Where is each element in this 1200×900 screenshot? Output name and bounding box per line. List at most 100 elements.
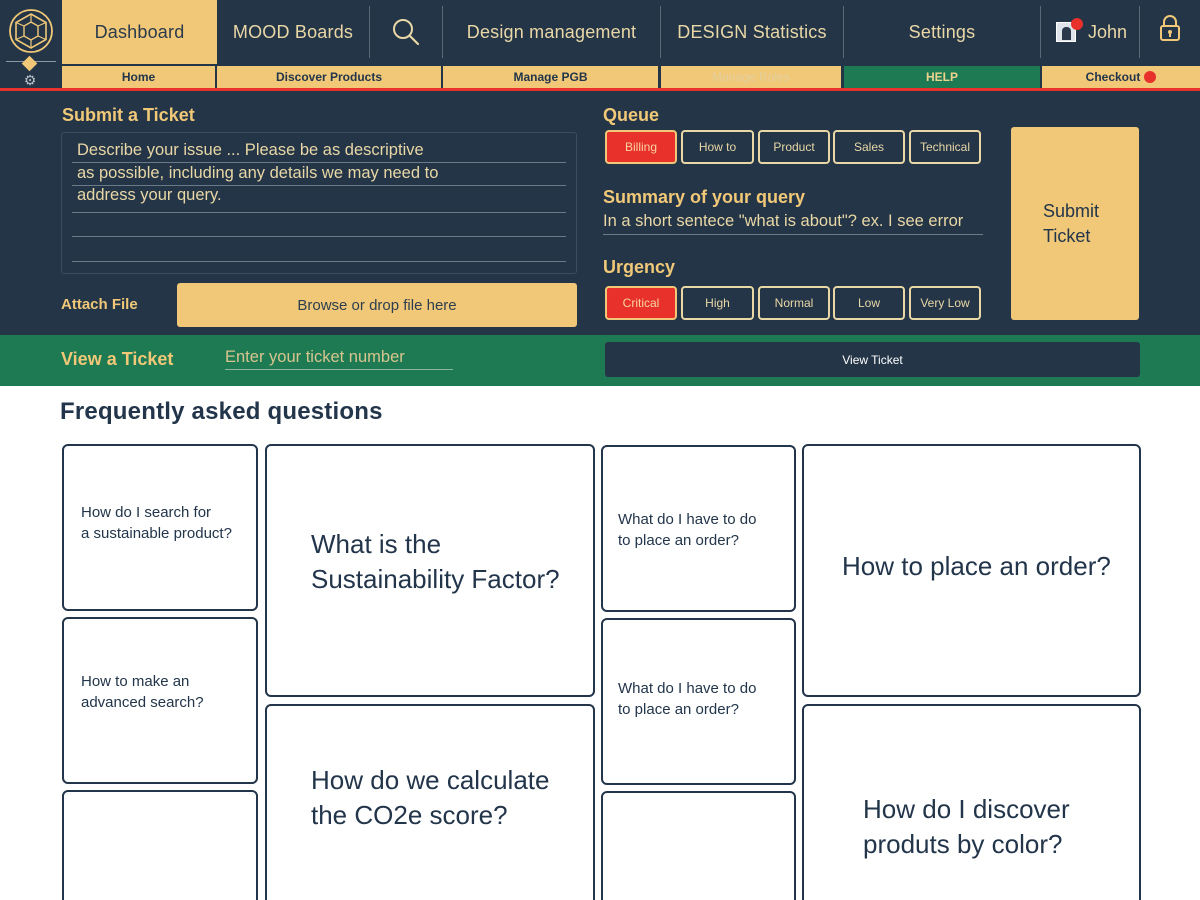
faq-card[interactable]: How to place an order? <box>802 444 1141 697</box>
nav-search[interactable] <box>370 0 442 64</box>
faq-question-line: What do I have to do <box>618 511 757 528</box>
checkout-badge <box>1144 71 1157 83</box>
description-placeholder-line: address your query. <box>77 186 222 204</box>
faq-question-line: produts by color? <box>863 829 1063 859</box>
faq-question-line: What is the <box>311 529 442 559</box>
subnav-manage-pgb[interactable]: Manage PGB <box>443 66 658 88</box>
view-ticket-bar: View a Ticket View Ticket <box>0 335 1200 386</box>
submit-ticket-label: Submit Ticket <box>1043 199 1107 249</box>
summary-underline <box>603 234 983 235</box>
gear-icon[interactable]: ⚙ <box>22 72 38 88</box>
ticket-number-input[interactable] <box>225 346 453 370</box>
faq-card[interactable]: How to make an advanced search? <box>62 617 258 784</box>
nav-settings-label: Settings <box>908 21 976 42</box>
urgency-option-very-low[interactable]: Very Low <box>909 286 981 320</box>
faq-card[interactable]: How do we calculate the CO2e score? <box>265 704 595 900</box>
description-placeholder-line: Describe your issue ... Please be as des… <box>77 141 424 159</box>
user-name[interactable]: John <box>1088 22 1127 43</box>
faq-question: How do I search for a sustainable produc… <box>81 502 232 544</box>
urgency-option-low[interactable]: Low <box>833 286 905 320</box>
faq-question-line: How do we calculate <box>311 765 550 795</box>
nav-mood-boards[interactable]: MOOD Boards <box>217 0 369 64</box>
faq-card[interactable]: What is the Sustainability Factor? <box>265 444 595 697</box>
subnav-manage-pgb-label: Manage PGB <box>513 70 588 84</box>
faq-question-line: Sustainability Factor? <box>311 564 560 594</box>
nav-separator <box>1040 6 1041 58</box>
submit-ticket-label-line: Submit <box>1043 200 1100 221</box>
hexagon-logo-icon[interactable] <box>8 8 54 54</box>
nav-design-statistics[interactable]: DESIGN Statistics <box>661 0 843 64</box>
urgency-option-label: Low <box>857 296 880 310</box>
faq-question: How to place an order? <box>842 549 1111 584</box>
urgency-title: Urgency <box>603 257 676 277</box>
faq-card[interactable]: How do I discover produts by color? <box>802 704 1141 900</box>
queue-option-technical[interactable]: Technical <box>909 130 981 164</box>
summary-title: Summary of your query <box>603 187 806 207</box>
urgency-option-high[interactable]: High <box>681 286 754 320</box>
faq-question: How do I discover produts by color? <box>863 792 1070 862</box>
description-placeholder: Describe your issue ... Please be as des… <box>77 139 557 207</box>
submit-ticket-title: Submit a Ticket <box>62 105 195 125</box>
queue-option-sales[interactable]: Sales <box>833 130 905 164</box>
nav-dashboard-label: Dashboard <box>94 21 185 42</box>
urgency-option-normal[interactable]: Normal <box>758 286 830 320</box>
notification-badge <box>1071 18 1083 30</box>
nav-settings[interactable]: Settings <box>844 0 1040 64</box>
queue-option-billing[interactable]: Billing <box>605 130 677 164</box>
faq-question-line: to place an order? <box>618 532 739 549</box>
submit-ticket-label-line: Ticket <box>1043 225 1091 246</box>
queue-option-label: Sales <box>853 140 885 154</box>
subnav-discover-products[interactable]: Discover Products <box>217 66 441 88</box>
faq-card[interactable]: What do I have to do to place an order? <box>601 445 796 612</box>
faq-card[interactable]: How do I search for a sustainable produc… <box>62 444 258 611</box>
description-textarea[interactable]: Describe your issue ... Please be as des… <box>61 132 577 274</box>
view-ticket-button-label: View Ticket <box>842 352 903 367</box>
top-header: ⚙ Dashboard MOOD Boards Design managemen… <box>0 0 1200 92</box>
subnav-help-label: HELP <box>925 70 958 84</box>
subnav-manage-roles-label: Manage Roles <box>712 70 790 84</box>
diamond-icon <box>21 55 38 72</box>
search-icon <box>393 19 420 46</box>
subnav-checkout-label: Checkout <box>1085 70 1141 84</box>
nav-design-management[interactable]: Design management <box>443 0 660 64</box>
urgency-option-critical[interactable]: Critical <box>605 286 677 320</box>
subnav-checkout[interactable]: Checkout <box>1042 66 1200 88</box>
faq-card[interactable] <box>601 791 796 900</box>
summary-input[interactable]: In a short sentece "what is about"? ex. … <box>603 212 983 231</box>
nav-dashboard[interactable]: Dashboard <box>62 0 217 64</box>
subnav-discover-products-label: Discover Products <box>275 70 383 84</box>
faq-card[interactable] <box>62 790 258 900</box>
faq-card[interactable]: What do I have to do to place an order? <box>601 618 796 785</box>
faq-question-line: How do I search for <box>81 504 212 521</box>
textarea-line <box>72 261 566 262</box>
textarea-line <box>72 212 566 213</box>
subnav-manage-roles[interactable]: Manage Roles <box>661 66 841 88</box>
view-ticket-title: View a Ticket <box>61 349 174 369</box>
faq-question: What do I have to do to place an order? <box>618 509 756 551</box>
submit-ticket-button[interactable]: Submit Ticket <box>1011 127 1139 320</box>
browse-file-dropzone[interactable]: Browse or drop file here <box>177 283 577 327</box>
subnav-help[interactable]: HELP <box>844 66 1040 88</box>
subnav-home[interactable]: Home <box>62 66 215 88</box>
queue-option-how-to[interactable]: How to <box>681 130 754 164</box>
queue-option-label: Billing <box>624 140 657 154</box>
nav-design-statistics-label: DESIGN Statistics <box>677 21 827 42</box>
nav-mood-boards-label: MOOD Boards <box>232 21 354 42</box>
urgency-option-label: Very Low <box>920 296 970 310</box>
nav-design-management-label: Design management <box>466 21 637 42</box>
faq-question: How do we calculate the CO2e score? <box>311 763 549 833</box>
faq-question: How to make an advanced search? <box>81 671 204 713</box>
faq-question: What is the Sustainability Factor? <box>311 527 560 597</box>
faq-question-line: What do I have to do <box>618 680 757 697</box>
urgency-option-label: High <box>705 296 730 310</box>
queue-title: Queue <box>603 105 660 125</box>
urgency-option-label: Critical <box>622 296 660 310</box>
queue-option-label: Technical <box>919 140 971 154</box>
faq-question-line: the CO2e score? <box>311 800 508 830</box>
subnav-home-label: Home <box>121 70 156 84</box>
lock-icon[interactable] <box>1159 14 1181 42</box>
queue-option-product[interactable]: Product <box>758 130 830 164</box>
faq-question-line: How to place an order? <box>842 551 1111 581</box>
view-ticket-button[interactable]: View Ticket <box>605 342 1140 377</box>
faq-question: What do I have to do to place an order? <box>618 678 756 720</box>
